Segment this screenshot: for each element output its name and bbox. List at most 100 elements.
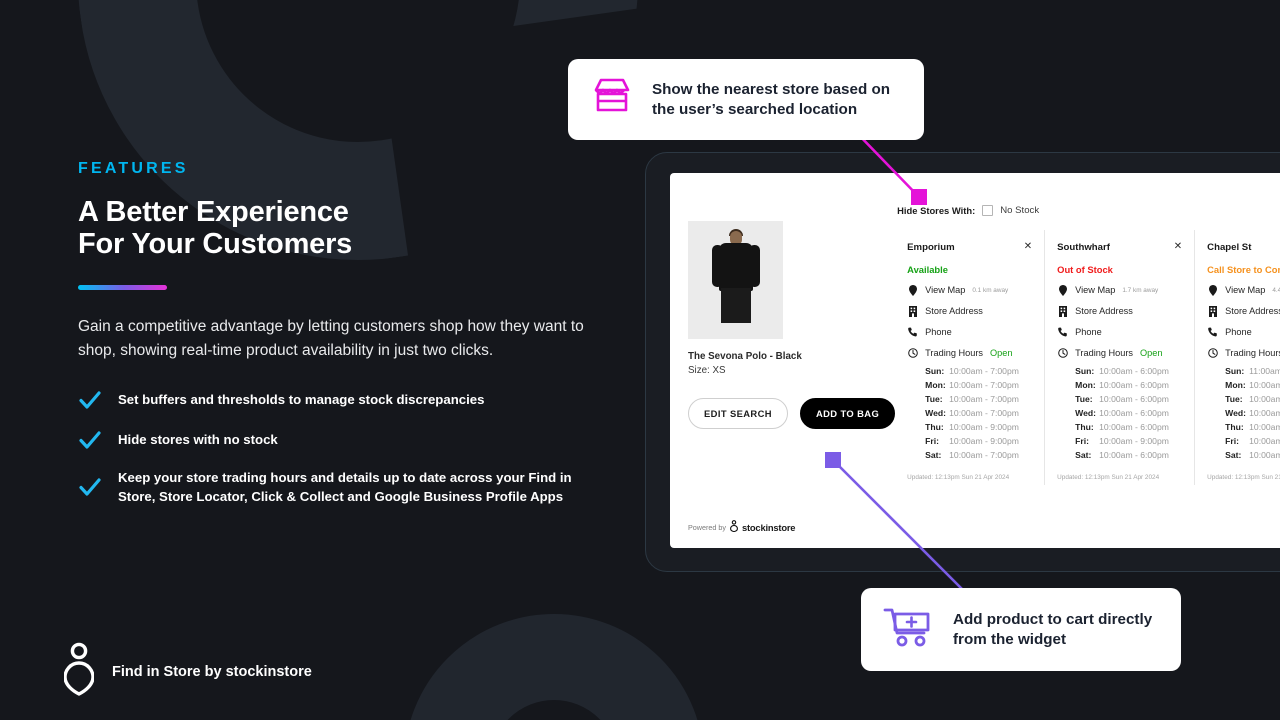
updated-timestamp: Updated: 12:13pm Sun 21 Apr 2024 [1057, 474, 1160, 481]
table-row: Mon: 10:00am - 7:00pm [925, 379, 1032, 393]
hours-value: 10:00am - 6:00pm [1099, 449, 1169, 460]
hours-value: 10:00am - 7:00pm [949, 449, 1019, 460]
store-card[interactable]: Emporium ✕ Available View Map 0.1 km awa… [895, 230, 1046, 485]
brand-label: Find in Store by stockinstore [112, 663, 312, 680]
store-address-label: Store Address [1075, 306, 1133, 316]
table-row: Thu: 10:00am - 6:00pm [1075, 421, 1182, 435]
store-card[interactable]: Southwharf ✕ Out of Stock View Map 1.7 k… [1045, 230, 1196, 485]
product-actions: EDIT SEARCH ADD TO BAG [688, 398, 896, 429]
phone-row[interactable]: Phone [1207, 326, 1280, 338]
day-label: Fri: [925, 435, 939, 446]
section-eyebrow: FEATURES [78, 160, 189, 177]
table-row: Mon: 10:00am - 6:00pm [1075, 379, 1182, 393]
phone-row[interactable]: Phone [907, 326, 1032, 338]
day-label: Tue: [1225, 393, 1243, 404]
add-to-bag-button[interactable]: ADD TO BAG [799, 398, 896, 429]
powered-by-name: stockinstore [741, 521, 796, 533]
stores-pane: Hide Stores With: No Stock Emporium ✕ Av… [895, 173, 1280, 548]
callout-add-to-cart: Add product to cart directly from the wi… [861, 588, 1181, 671]
store-name: Southwharf [1057, 242, 1110, 253]
trading-hours-table: Sun: 10:00am - 7:00pm Mon: 10:00am - 7:00p… [907, 365, 1032, 462]
day-label: Wed: [925, 407, 947, 418]
open-state: Open [1140, 348, 1163, 358]
store-address-row[interactable]: Store Address [1207, 305, 1280, 317]
day-label: Thu: [925, 421, 944, 432]
view-map-row[interactable]: View Map 1.7 km away [1057, 284, 1182, 296]
hours-value: 10:00am - 5:00pm [1249, 379, 1280, 390]
view-map-label: View Map [1075, 285, 1116, 295]
status-badge: Call Store to Confirm [1207, 264, 1280, 275]
status-badge: Out of Stock [1057, 264, 1113, 275]
phone-row[interactable]: Phone [1057, 326, 1182, 338]
hours-value: 10:00am - 5:00pm [1249, 421, 1280, 432]
hours-value: 10:00am - 7:00pm [949, 407, 1019, 418]
view-map-label: View Map [1225, 285, 1266, 295]
device-frame: The Sevona Polo - Black Size: XS EDIT SE… [645, 152, 1280, 572]
clock-icon [907, 347, 918, 359]
edit-search-button[interactable]: EDIT SEARCH [688, 398, 788, 429]
hours-value: 10:00am - 7:00pm [949, 393, 1019, 404]
table-row: Sat: 10:00am - 6:00pm [1075, 449, 1182, 463]
store-name: Emporium [907, 242, 955, 253]
headline-line-1: A Better Experience [78, 196, 349, 228]
status-badge: Available [907, 264, 948, 275]
map-pin-icon [907, 284, 918, 296]
table-row: Thu: 10:00am - 5:00pm [1225, 421, 1280, 435]
check-icon [78, 388, 102, 412]
trading-hours-label: Trading Hours [1075, 348, 1134, 358]
connector-node-cart [825, 452, 841, 468]
hours-value: 10:00am - 5:00pm [1249, 407, 1280, 418]
day-label: Thu: [1075, 421, 1094, 432]
trading-hours-row[interactable]: Trading Hours Open [1207, 347, 1280, 359]
view-map-row[interactable]: View Map 0.1 km away [907, 284, 1032, 296]
store-card[interactable]: Chapel St ✕ Call Store to Confirm View M… [1195, 230, 1280, 485]
day-label: Mon: [925, 379, 946, 390]
check-icon [78, 475, 102, 499]
list-item-label: Keep your store trading hours and detail… [118, 469, 572, 505]
store-card-header: Southwharf ✕ [1057, 242, 1182, 254]
trading-hours-label: Trading Hours [925, 348, 984, 358]
list-item-label: Set buffers and thresholds to manage sto… [118, 392, 485, 408]
store-address-row[interactable]: Store Address [1057, 305, 1182, 317]
trading-hours-table: Sun:11:00am - 5:00pm Mon:10:00am - 5:00p… [1207, 365, 1280, 462]
store-address-label: Store Address [1225, 306, 1280, 316]
building-icon [907, 305, 918, 317]
table-row: Mon:10:00am - 5:00pm [1225, 379, 1280, 393]
day-label: Sun: [1225, 366, 1245, 376]
hours-value: 10:00am - 5:00pm [1249, 449, 1280, 460]
day-label: Sat: [925, 449, 942, 460]
building-icon [1207, 305, 1218, 317]
store-address-row[interactable]: Store Address [907, 305, 1032, 317]
trading-hours-row[interactable]: Trading Hours Open [1057, 347, 1182, 359]
table-row: Fri: 10:00am - 9:00pm [925, 435, 1032, 449]
clock-icon [1207, 347, 1218, 359]
store-card-list: Emporium ✕ Available View Map 0.1 km awa… [895, 230, 1280, 485]
store-address-label: Store Address [925, 306, 983, 316]
table-row: Tue: 10:00am - 6:00pm [1075, 393, 1182, 407]
close-icon[interactable]: ✕ [1024, 242, 1032, 252]
table-row: Fri: 10:00am - 9:00pm [1075, 435, 1182, 449]
stockinstore-mark-icon [730, 520, 738, 534]
phone-label: Phone [1075, 327, 1102, 337]
day-label: Thu: [1225, 421, 1244, 432]
connector-node-store [911, 189, 927, 205]
ring-shape [404, 614, 704, 720]
hours-value: 10:00am - 6:00pm [1099, 379, 1169, 390]
table-row: Tue: 10:00am - 5:00pm [1225, 393, 1280, 407]
list-item: Keep your store trading hours and detail… [78, 468, 598, 507]
hours-value: 10:00am - 7:00pm [949, 366, 1019, 376]
callout-text: Add product to cart directly from the wi… [953, 610, 1153, 648]
table-row: Sun: 10:00am - 7:00pm [925, 365, 1032, 379]
view-map-row[interactable]: View Map 4.4 km away [1207, 284, 1280, 296]
clock-icon [1057, 347, 1068, 359]
day-label: Mon: [1075, 379, 1096, 390]
table-row: Thu: 10:00am - 9:00pm [925, 421, 1032, 435]
day-label: Mon: [1225, 379, 1246, 390]
no-stock-checkbox[interactable] [982, 205, 994, 216]
headline-line-2: For Your Customers [78, 228, 353, 261]
hours-value: 10:00am - 6:00pm [1099, 393, 1169, 404]
phone-label: Phone [1225, 327, 1252, 337]
trading-hours-row[interactable]: Trading Hours Open [907, 347, 1032, 359]
phone-icon [907, 326, 918, 338]
close-icon[interactable]: ✕ [1174, 242, 1182, 252]
